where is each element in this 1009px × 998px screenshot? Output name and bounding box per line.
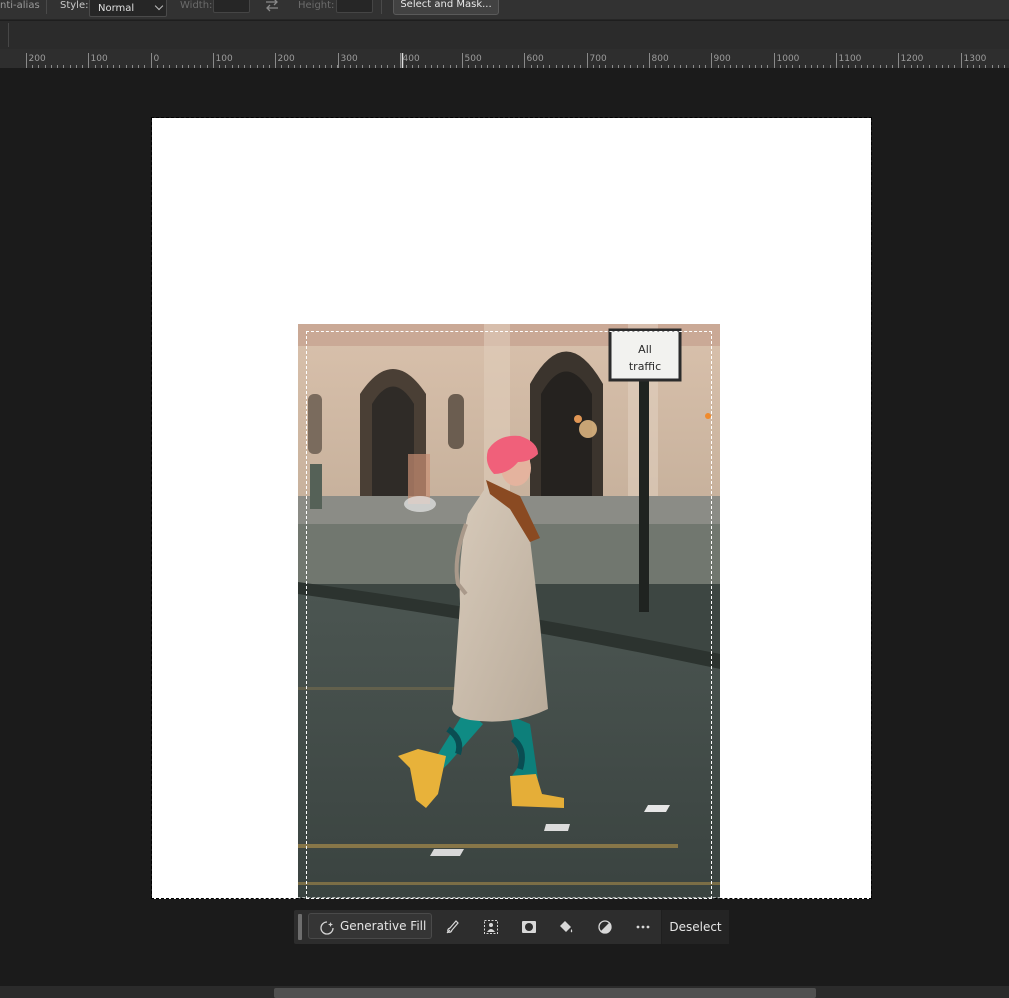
style-select[interactable]: Normal: [89, 0, 167, 17]
height-input[interactable]: [336, 0, 373, 13]
ruler-tick-label: 1000: [776, 54, 800, 64]
brush-icon[interactable]: [444, 918, 462, 936]
photo-layer[interactable]: All traffic: [298, 324, 720, 899]
ruler-tick-label: 700: [589, 54, 607, 64]
ruler-tick-label: 1100: [838, 54, 862, 64]
fill-bucket-icon[interactable]: [557, 918, 575, 936]
ruler-tick-label: 600: [526, 54, 544, 64]
swap-dimensions-icon[interactable]: [264, 0, 280, 12]
deselect-button[interactable]: Deselect: [662, 910, 729, 944]
options-divider: [46, 0, 47, 14]
chevron-down-icon: [154, 1, 164, 11]
ruler-tick-label: 100: [215, 54, 233, 64]
options-bar: nti-alias Style: Normal Width: Height: S…: [0, 0, 1009, 20]
ruler-tick-label: 800: [651, 54, 669, 64]
width-input[interactable]: [213, 0, 250, 13]
sign-text-traffic: traffic: [629, 360, 661, 373]
select-and-mask-button[interactable]: Select and Mask...: [393, 0, 499, 15]
scrollbar-thumb[interactable]: [274, 988, 816, 998]
ruler-tick-label: 500: [464, 54, 482, 64]
tab-divider: [8, 23, 9, 47]
generative-fill-button[interactable]: Generative Fill: [308, 913, 432, 939]
height-label: Height:: [298, 0, 335, 11]
more-icon[interactable]: [634, 918, 652, 936]
anti-alias-label[interactable]: nti-alias: [0, 0, 40, 11]
ruler-tick-label: 0: [153, 54, 160, 64]
ruler-tick-label: 400: [402, 54, 420, 64]
ruler-tick-label: 100: [90, 54, 108, 64]
horizontal-scrollbar[interactable]: [0, 986, 1009, 998]
ruler-tick-label: 300: [340, 54, 358, 64]
drag-handle[interactable]: [298, 914, 302, 940]
street-photo: All traffic: [298, 324, 720, 899]
ruler-tick-label: 200: [28, 54, 46, 64]
horizontal-ruler[interactable]: 200 100 0 100 200 300 400 500 600 700 800 900 1000 11…: [20, 49, 1009, 68]
sign-text-all: All: [638, 343, 652, 356]
width-label: Width:: [180, 0, 213, 11]
ruler-tick-label: 1200: [900, 54, 924, 64]
adjustment-icon[interactable]: [596, 918, 614, 936]
style-label: Style:: [60, 0, 89, 11]
document-tab-strip: [0, 21, 1009, 49]
ruler-tick-label: 200: [277, 54, 295, 64]
style-select-value: Normal: [98, 3, 135, 14]
generative-fill-label: Generative Fill: [340, 919, 427, 933]
ruler-corner: [0, 49, 20, 68]
options-divider: [381, 0, 382, 14]
select-subject-icon[interactable]: [482, 918, 500, 936]
sparkle-icon: [320, 919, 334, 943]
mask-icon[interactable]: [520, 918, 538, 936]
contextual-task-bar: Generative Fill Deselect: [294, 910, 729, 944]
ruler-tick-label: 900: [713, 54, 731, 64]
ruler-tick-label: 1300: [963, 54, 987, 64]
